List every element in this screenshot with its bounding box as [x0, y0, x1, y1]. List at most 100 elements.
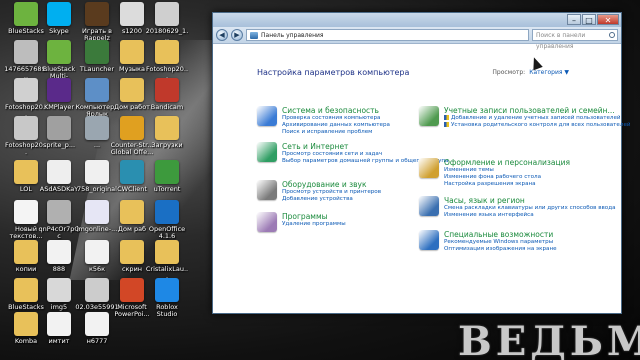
desktop-icon[interactable]: н6777 — [75, 312, 119, 356]
view-by-dropdown[interactable]: Категория ▼ — [529, 69, 569, 76]
category-link[interactable]: Смена раскладки клавиатуры или других сп… — [444, 205, 616, 212]
bandicam-icon — [155, 78, 179, 102]
control-panel-icon — [250, 32, 258, 39]
desktop-icon[interactable]: uTorrent — [145, 160, 189, 204]
category: Учетные записи пользователей и семейн...… — [419, 106, 631, 129]
category: Оборудование и звук Просмотр устройств и … — [257, 180, 381, 203]
image-file-icon — [47, 278, 71, 302]
image-file-icon — [47, 200, 71, 224]
category: Оформление и персонализация Изменение тем… — [419, 158, 570, 188]
skype-icon — [47, 2, 71, 26]
bluestacks-icon — [14, 2, 38, 26]
folder-icon — [120, 240, 144, 264]
image-file-icon — [85, 200, 109, 224]
category-link[interactable]: Просмотр состояния сети и задач — [282, 151, 449, 158]
image-file-icon — [47, 116, 71, 140]
folder-icon — [155, 40, 179, 64]
category-text: Программы Удаление программы — [282, 212, 346, 232]
text-file-icon — [47, 240, 71, 264]
openoffice-icon — [155, 200, 179, 224]
image-file-icon — [85, 160, 109, 184]
category-link[interactable]: Изменение фона рабочего стола — [444, 174, 570, 181]
folder-icon — [120, 200, 144, 224]
address-bar[interactable]: Панель управления — [246, 29, 529, 41]
category-title[interactable]: Оборудование и звук — [282, 180, 381, 189]
desktop-icon-label: Roblox Studio — [156, 304, 178, 318]
computer-icon — [85, 78, 109, 102]
category-text: Оборудование и звук Просмотр устройств и … — [282, 180, 381, 203]
clock-language-icon[interactable] — [419, 196, 439, 216]
image-file-icon — [14, 40, 38, 64]
text-file-icon — [85, 312, 109, 336]
cwclient-icon — [120, 160, 144, 184]
utorrent-icon — [155, 160, 179, 184]
folder-icon — [14, 160, 38, 184]
maximize-button[interactable]: □ — [582, 14, 596, 25]
category-link[interactable]: Установка родительского контроля для все… — [444, 122, 631, 129]
folder-icon — [155, 240, 179, 264]
accessibility-icon[interactable] — [419, 230, 439, 250]
category-text: Часы, язык и регион Смена раскладки клави… — [444, 196, 616, 219]
kmplayer-icon — [47, 78, 71, 102]
desktop-icon-label: Bandicam — [150, 104, 184, 111]
folder-icon — [14, 278, 38, 302]
category-title[interactable]: Часы, язык и регион — [444, 196, 616, 205]
category: Программы Удаление программы — [257, 212, 346, 232]
window-controls: – □ ✕ — [567, 14, 619, 25]
category-link[interactable]: Проверка состояния компьютера — [282, 115, 390, 122]
view-by-label: Просмотр: — [492, 69, 526, 76]
programs-icon[interactable] — [257, 212, 277, 232]
category-title[interactable]: Оформление и персонализация — [444, 158, 570, 167]
category-title[interactable]: Учетные записи пользователей и семейн... — [444, 106, 631, 115]
image-file-icon — [85, 278, 109, 302]
image-file-icon — [14, 78, 38, 102]
image-file-icon — [120, 2, 144, 26]
category-title[interactable]: Сеть и Интернет — [282, 142, 449, 151]
category-link[interactable]: Добавление и удаление учетных записей по… — [444, 115, 631, 122]
appearance-icon[interactable] — [419, 158, 439, 178]
desktop-icon[interactable]: Roblox Studio — [145, 278, 189, 322]
category-text: Оформление и персонализация Изменение тем… — [444, 158, 570, 188]
title-bar[interactable]: – □ ✕ — [213, 13, 621, 27]
folder-icon — [14, 312, 38, 336]
category-link[interactable]: Настройка разрешения экрана — [444, 181, 570, 188]
desktop-icon-label: Загрузки — [151, 142, 183, 149]
folder-icon — [120, 40, 144, 64]
forward-button[interactable]: ▶ — [231, 29, 243, 41]
text-file-icon — [85, 240, 109, 264]
search-input[interactable]: Поиск в панели управления — [532, 29, 618, 50]
close-button[interactable]: ✕ — [597, 14, 619, 25]
minimize-button[interactable]: – — [567, 14, 581, 25]
network-icon[interactable] — [257, 142, 277, 162]
category-link[interactable]: Архивирование данных компьютера — [282, 122, 390, 129]
category-link[interactable]: Добавление устройства — [282, 196, 381, 203]
desktop-icon-label: н6777 — [86, 338, 108, 345]
text-file-icon — [14, 200, 38, 224]
category-link[interactable]: Оптимизация изображения на экране — [444, 246, 557, 253]
address-text: Панель управления — [261, 32, 324, 39]
back-button[interactable]: ◀ — [216, 29, 228, 41]
view-by: Просмотр: Категория ▼ — [492, 69, 569, 76]
category-title[interactable]: Система и безопасность — [282, 106, 390, 115]
category-link[interactable]: Просмотр устройств и принтеров — [282, 189, 381, 196]
category-link[interactable]: Рекомендуемые Windows параметры — [444, 239, 557, 246]
category-link[interactable]: Поиск и исправление проблем — [282, 129, 390, 136]
category: Система и безопасность Проверка состояния… — [257, 106, 390, 136]
csgo-icon — [120, 116, 144, 140]
desktop-icon[interactable]: Загрузки — [145, 116, 189, 160]
hardware-sound-icon[interactable] — [257, 180, 277, 200]
category-link[interactable]: Изменение темы — [444, 167, 570, 174]
category-link[interactable]: Изменение языка интерфейса — [444, 212, 616, 219]
desktop-icon[interactable]: OpenOffice 4.1.6 — [145, 200, 189, 244]
category-link[interactable]: Удаление программы — [282, 221, 346, 228]
category-text: Система и безопасность Проверка состояния… — [282, 106, 390, 136]
search-icon — [609, 32, 615, 38]
page-title: Настройка параметров компьютера — [257, 68, 410, 77]
image-file-icon — [14, 116, 38, 140]
category-title[interactable]: Программы — [282, 212, 346, 221]
category-title[interactable]: Специальные возможности — [444, 230, 557, 239]
category-text: Специальные возможности Рекомендуемые Win… — [444, 230, 557, 253]
powerpoint-icon — [120, 278, 144, 302]
user-accounts-icon[interactable] — [419, 106, 439, 126]
system-security-icon[interactable] — [257, 106, 277, 126]
